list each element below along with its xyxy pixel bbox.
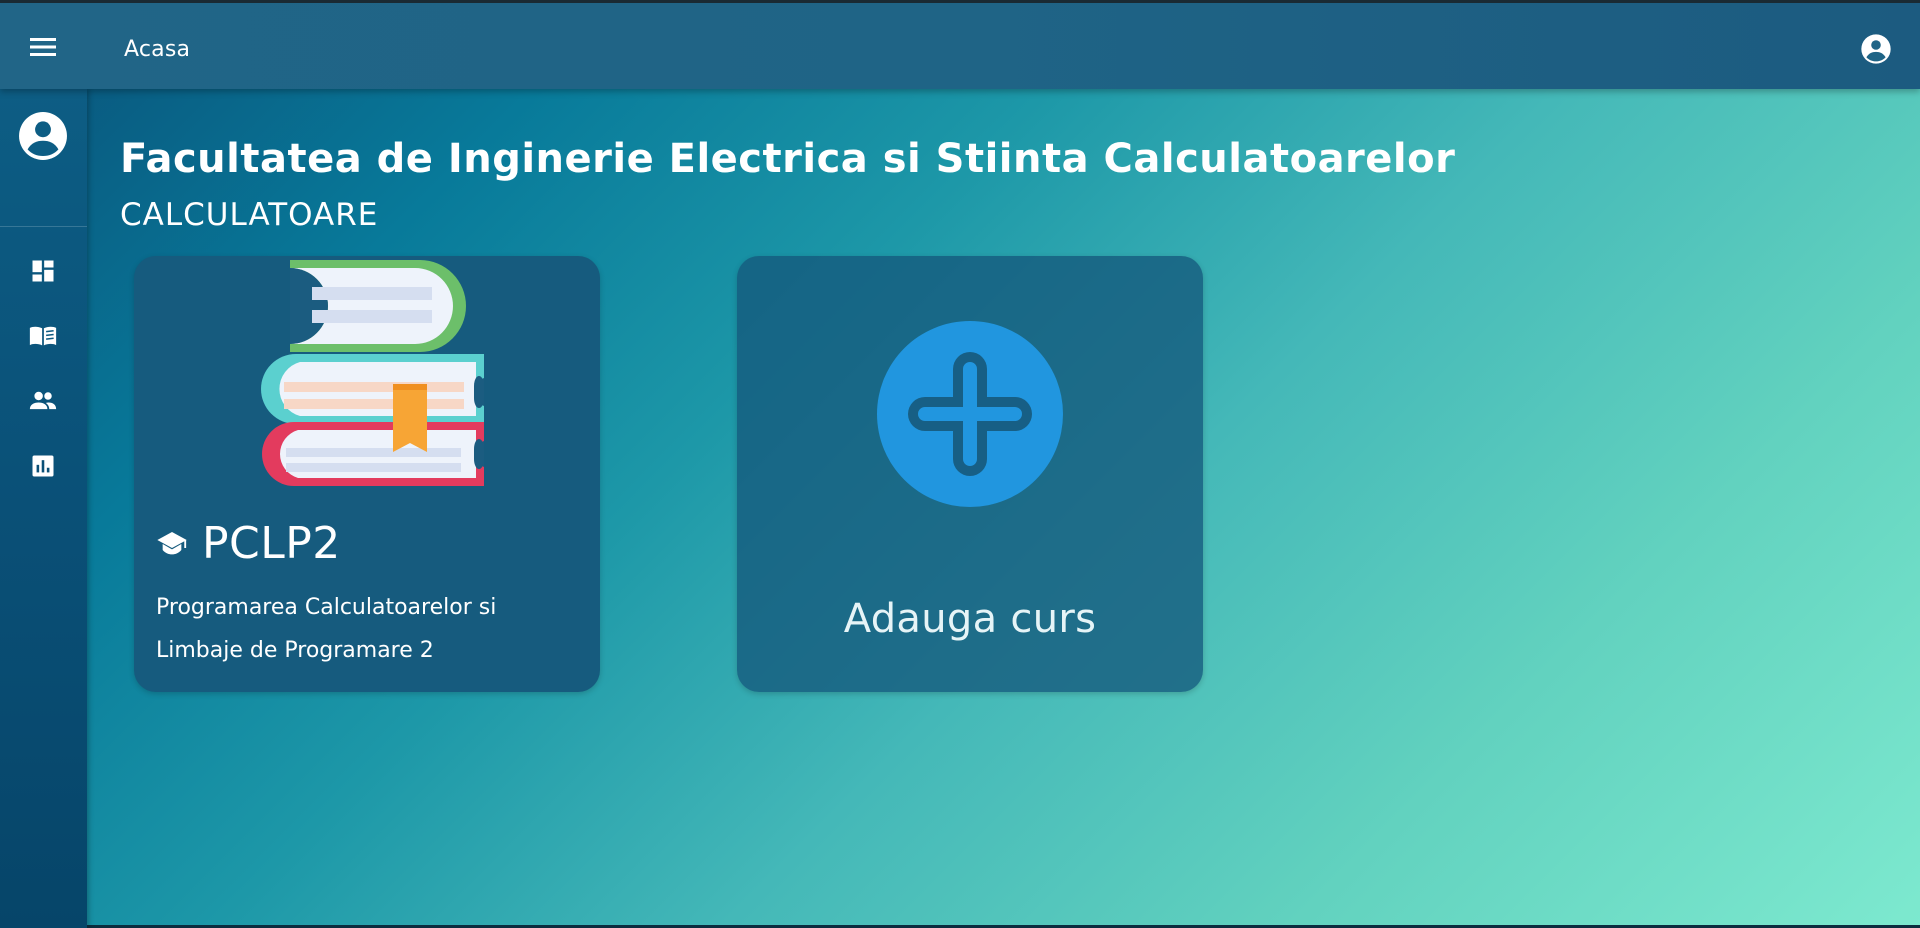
account-button[interactable] [1858, 31, 1894, 67]
sidebar [0, 89, 87, 928]
menu-book-icon [29, 326, 57, 346]
sidebar-item-courses[interactable] [27, 320, 59, 352]
course-name-line: Limbaje de Programare 2 [156, 638, 434, 663]
course-name: Programarea Calculatoarelor si Limbaje d… [156, 586, 576, 672]
top-app-bar: Acasa [0, 0, 1920, 89]
sidebar-item-statistics[interactable] [27, 450, 59, 482]
add-circle-icon [877, 321, 1063, 507]
course-card[interactable]: PCLP2 Programarea Calculatoarelor si Lim… [134, 256, 600, 692]
bar-chart-icon [32, 455, 54, 477]
department-title: CALCULATOARE [120, 197, 379, 233]
add-course-card[interactable]: Adauga curs [737, 256, 1203, 692]
school-icon [157, 531, 187, 554]
course-code: PCLP2 [202, 518, 341, 569]
course-header: PCLP2 [156, 518, 341, 569]
sidebar-item-dashboard[interactable] [27, 255, 59, 287]
page-title: Acasa [124, 37, 191, 62]
add-course-label: Adauga curs [843, 596, 1097, 642]
dashboard-icon [32, 260, 54, 282]
faculty-title: Facultatea de Inginerie Electrica si Sti… [120, 136, 1456, 182]
people-icon [29, 391, 57, 410]
books-stack-icon [261, 260, 484, 486]
course-name-line: Programarea Calculatoarelor si [156, 595, 497, 620]
menu-icon [30, 38, 56, 56]
account-circle-icon [1861, 34, 1891, 64]
menu-button[interactable] [22, 29, 64, 65]
account-circle-icon[interactable] [18, 111, 68, 161]
sidebar-item-people[interactable] [27, 385, 59, 417]
sidebar-divider [0, 226, 87, 227]
